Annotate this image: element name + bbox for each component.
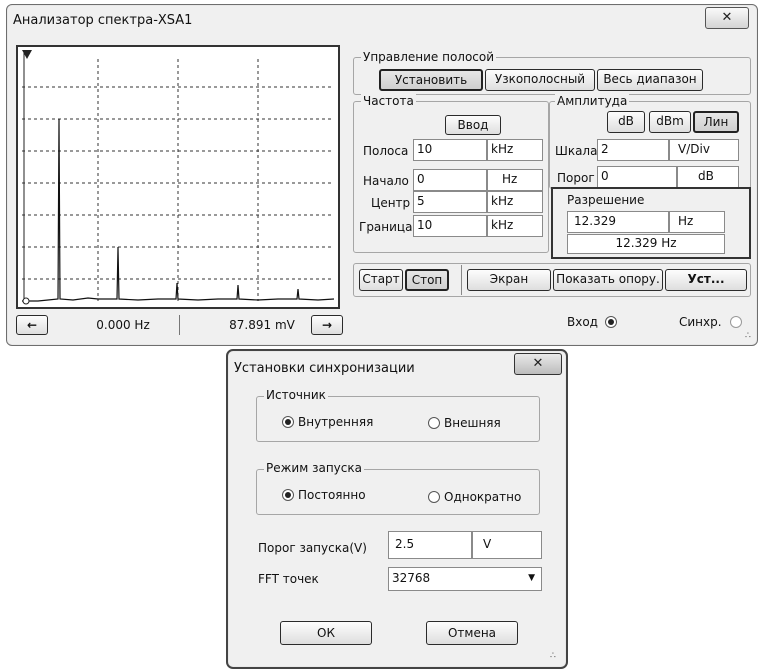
origin-marker <box>22 297 30 305</box>
trigger-threshold-label: Порог запуска(V) <box>258 541 367 555</box>
resize-grip-icon[interactable]: ∴ <box>745 331 751 341</box>
input-terminal-label: Вход <box>567 315 598 329</box>
span-label: Полоса <box>363 144 409 158</box>
start-button[interactable]: Старт <box>359 269 403 291</box>
scale-input[interactable]: 2 <box>597 139 669 161</box>
dbm-button[interactable]: dBm <box>649 111 691 133</box>
cursor-left-button[interactable]: ← <box>16 315 48 335</box>
frequency-label: Частота <box>361 94 416 108</box>
spectrum-plot <box>22 50 335 305</box>
threshold-label: Порог <box>557 171 595 185</box>
start-unit-select[interactable]: Hz <box>487 169 543 191</box>
readout-divider <box>179 315 180 335</box>
threshold-unit-select[interactable]: dB <box>677 166 739 188</box>
db-button[interactable]: dB <box>607 111 645 133</box>
center-unit-select[interactable]: kHz <box>487 191 543 213</box>
cancel-button[interactable]: Отмена <box>426 621 518 645</box>
chevron-down-icon: ▼ <box>528 573 535 583</box>
settings-button[interactable]: Уст... <box>665 269 747 291</box>
threshold-input[interactable]: 0 <box>597 166 677 188</box>
end-label: Граница <box>359 220 413 234</box>
trigger-terminal-label: Синхр. <box>679 315 722 329</box>
dialog-resize-grip-icon[interactable]: ∴ <box>550 651 556 661</box>
input-terminal[interactable] <box>605 316 617 328</box>
span-unit-select[interactable]: kHz <box>487 139 543 161</box>
spectrum-display[interactable] <box>16 45 340 309</box>
mode-continuous-label: Постоянно <box>298 488 366 502</box>
trigger-threshold-unit[interactable]: V <box>472 531 542 559</box>
fft-points-select[interactable]: 32768 ▼ <box>388 567 542 591</box>
trigger-threshold-input[interactable]: 2.5 <box>388 531 472 559</box>
source-external-label: Внешняя <box>444 416 501 430</box>
fft-points-value: 32768 <box>392 571 431 585</box>
set-span-button[interactable]: Установить <box>379 69 483 91</box>
resolution-label: Разрешение <box>565 193 647 207</box>
enter-button[interactable]: Ввод <box>445 115 501 135</box>
source-external-radio[interactable] <box>428 417 440 429</box>
span-input[interactable]: 10 <box>413 139 487 161</box>
close-button[interactable]: ✕ <box>705 7 749 29</box>
source-label: Источник <box>264 388 328 402</box>
button-divider <box>461 265 462 295</box>
stop-button[interactable]: Стоп <box>405 269 449 291</box>
scale-label: Шкала <box>555 144 598 158</box>
screen-button[interactable]: Экран <box>467 269 551 291</box>
lin-button[interactable]: Лин <box>693 111 739 133</box>
start-label: Начало <box>363 174 409 188</box>
source-internal-radio[interactable] <box>282 416 294 428</box>
trigger-terminal[interactable] <box>730 316 742 328</box>
resolution-unit-select[interactable]: Hz <box>669 211 725 233</box>
zero-span-button[interactable]: Узкополосный <box>485 69 595 91</box>
source-internal-label: Внутренняя <box>298 415 374 429</box>
full-span-button[interactable]: Весь диапазон <box>597 69 703 91</box>
trigger-mode-label: Режим запуска <box>264 461 364 475</box>
amplitude-readout: 87.891 mV <box>229 318 295 332</box>
resolution-display: 12.329 Hz <box>567 234 725 254</box>
center-label: Центр <box>371 196 411 210</box>
dialog-title: Установки синхронизации <box>234 361 415 376</box>
end-input[interactable]: 10 <box>413 215 487 237</box>
resolution-input[interactable]: 12.329 <box>567 211 669 233</box>
fft-points-label: FFT точек <box>258 572 319 586</box>
start-input[interactable]: 0 <box>413 169 487 191</box>
mode-continuous-radio[interactable] <box>282 489 294 501</box>
trigger-settings-dialog: Установки синхронизации ✕ Источник Внутр… <box>226 349 568 669</box>
show-reference-button[interactable]: Показать опору. <box>553 269 663 291</box>
cursor-right-button[interactable]: → <box>311 315 343 335</box>
spectrum-analyzer-window: Анализатор спектра-XSA1 ✕ ← 0.000 Hz 87.… <box>6 4 758 346</box>
span-control-label: Управление полосой <box>361 50 497 64</box>
end-unit-select[interactable]: kHz <box>487 215 543 237</box>
window-title: Анализатор спектра-XSA1 <box>13 13 193 28</box>
mode-single-radio[interactable] <box>428 491 440 503</box>
ok-button[interactable]: ОК <box>280 621 372 645</box>
frequency-readout: 0.000 Hz <box>96 318 150 332</box>
center-input[interactable]: 5 <box>413 191 487 213</box>
mode-single-label: Однократно <box>444 490 522 504</box>
amplitude-label: Амплитуда <box>555 94 630 108</box>
dialog-close-button[interactable]: ✕ <box>514 353 562 375</box>
scale-unit-select[interactable]: V/Div <box>669 139 739 161</box>
